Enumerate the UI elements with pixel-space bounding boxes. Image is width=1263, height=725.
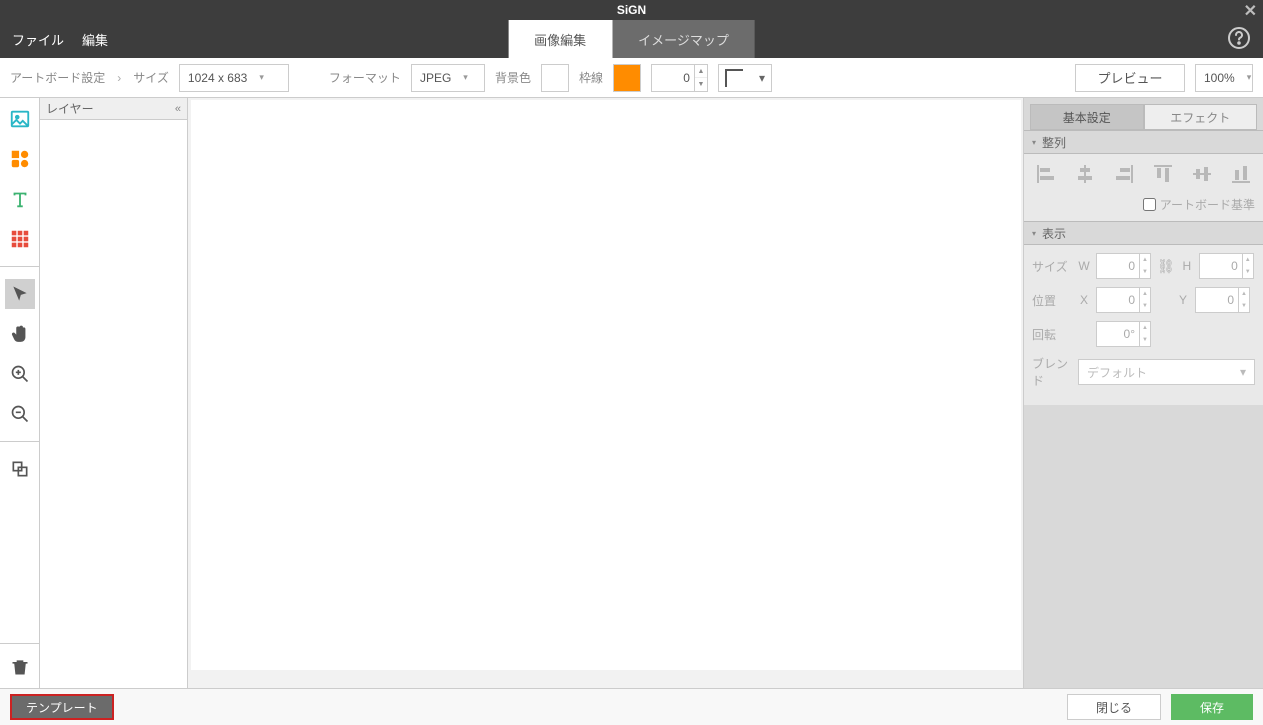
format-label: フォーマット	[329, 69, 401, 86]
border-color-swatch[interactable]	[613, 64, 641, 92]
tool-image[interactable]	[5, 104, 35, 134]
template-button[interactable]: テンプレート	[10, 694, 114, 720]
bgcolor-swatch[interactable]	[541, 64, 569, 92]
section-display-header[interactable]: ▾ 表示	[1024, 221, 1263, 245]
prop-pos-label: 位置	[1032, 292, 1072, 309]
chevron-down-icon: ▾	[259, 72, 264, 83]
size-label: サイズ	[133, 69, 169, 86]
prop-rotation-label: 回転	[1032, 326, 1072, 343]
tool-hand[interactable]	[5, 319, 35, 349]
app-title: SiGN	[617, 3, 646, 17]
x-input[interactable]	[1096, 287, 1140, 313]
prop-blend-label: ブレンド	[1032, 355, 1072, 389]
tool-shapes[interactable]	[5, 144, 35, 174]
format-select[interactable]: JPEG▾	[411, 64, 485, 92]
tab-basic-settings[interactable]: 基本設定	[1030, 104, 1144, 130]
tool-copy[interactable]	[5, 454, 35, 484]
bgcolor-label: 背景色	[495, 69, 531, 86]
x-spinner[interactable]: ▲▼	[1140, 287, 1151, 313]
border-width-spinner[interactable]: ▲▼	[695, 64, 708, 92]
tool-zoom-in[interactable]	[5, 359, 35, 389]
toolbar: アートボード設定 › サイズ 1024 x 683▾ フォーマット JPEG▾ …	[0, 58, 1263, 98]
blend-select[interactable]: デフォルト ▾	[1078, 359, 1255, 385]
menubar: ファイル 編集 画像編集 イメージマップ	[0, 20, 1263, 58]
close-icon[interactable]: ✕	[1244, 2, 1257, 22]
border-style-select[interactable]: ▾	[718, 64, 772, 92]
tab-image-map[interactable]: イメージマップ	[612, 20, 755, 58]
width-spinner[interactable]: ▲▼	[1140, 253, 1151, 279]
section-align-header[interactable]: ▾ 整列	[1024, 130, 1263, 154]
tool-grid[interactable]	[5, 224, 35, 254]
chevron-down-icon: ▾	[1240, 365, 1246, 379]
chevron-right-icon: ›	[117, 71, 121, 85]
artboard-ref-checkbox[interactable]	[1143, 198, 1156, 211]
prop-size-label: サイズ	[1032, 258, 1072, 275]
tool-text[interactable]	[5, 184, 35, 214]
align-bottom[interactable]	[1229, 162, 1253, 186]
align-center-h[interactable]	[1073, 162, 1097, 186]
height-input[interactable]	[1199, 253, 1243, 279]
footer: テンプレート 閉じる 保存	[0, 688, 1263, 725]
chevron-down-icon: ▾	[463, 72, 468, 83]
link-icon[interactable]: ⛓	[1157, 258, 1175, 275]
tool-palette	[0, 98, 40, 688]
height-spinner[interactable]: ▲▼	[1243, 253, 1254, 279]
menu-file[interactable]: ファイル	[12, 30, 64, 49]
border-label: 枠線	[579, 69, 603, 86]
titlebar: SiGN ✕	[0, 0, 1263, 20]
tab-image-edit[interactable]: 画像編集	[508, 20, 612, 58]
align-left[interactable]	[1034, 162, 1058, 186]
canvas-area	[188, 98, 1023, 688]
align-center-v[interactable]	[1190, 162, 1214, 186]
y-spinner[interactable]: ▲▼	[1239, 287, 1250, 313]
align-top[interactable]	[1151, 162, 1175, 186]
chevron-down-icon: ▾	[1032, 229, 1036, 238]
chevron-down-icon: ▾	[759, 71, 765, 85]
border-style-icon	[725, 69, 743, 87]
properties-panel: 基本設定 エフェクト ▾ 整列 アートボード基準 ▾ 表示	[1023, 98, 1263, 688]
collapse-icon[interactable]: «	[175, 103, 181, 115]
width-input[interactable]	[1096, 253, 1140, 279]
y-input[interactable]	[1195, 287, 1239, 313]
size-select[interactable]: 1024 x 683▾	[179, 64, 289, 92]
zoom-select[interactable]: 100%▾	[1195, 64, 1253, 92]
rotation-input[interactable]	[1096, 321, 1140, 347]
save-button[interactable]: 保存	[1171, 694, 1253, 720]
preview-button[interactable]: プレビュー	[1075, 64, 1185, 92]
help-icon[interactable]	[1227, 26, 1251, 55]
tab-effect[interactable]: エフェクト	[1144, 104, 1258, 130]
border-width-input[interactable]	[651, 64, 695, 92]
tool-zoom-out[interactable]	[5, 399, 35, 429]
tool-select[interactable]	[5, 279, 35, 309]
align-right[interactable]	[1112, 162, 1136, 186]
menu-edit[interactable]: 編集	[82, 30, 108, 49]
artboard-ref-label: アートボード基準	[1160, 196, 1255, 213]
layer-panel: レイヤー «	[40, 98, 188, 688]
canvas[interactable]	[191, 100, 1021, 670]
rotation-spinner[interactable]: ▲▼	[1140, 321, 1151, 347]
breadcrumb-artboard[interactable]: アートボード設定	[10, 69, 105, 86]
chevron-down-icon: ▾	[1247, 72, 1252, 83]
close-button[interactable]: 閉じる	[1067, 694, 1161, 720]
tool-delete[interactable]	[5, 652, 35, 682]
chevron-down-icon: ▾	[1032, 138, 1036, 147]
layer-title: レイヤー	[46, 100, 94, 117]
